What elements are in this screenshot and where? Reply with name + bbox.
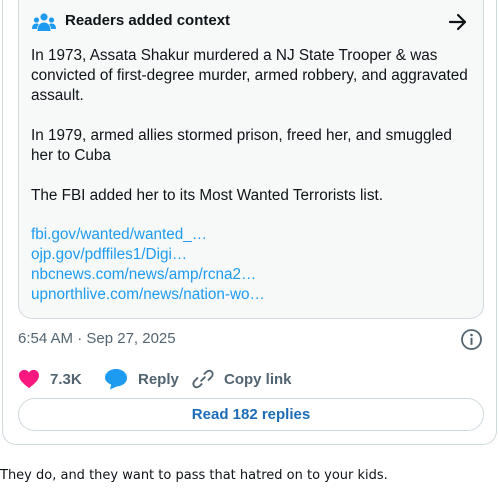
- copy-link-label: Copy link: [224, 370, 292, 388]
- readers-context-panel: Readers added context In 1973, Assata Sh…: [18, 0, 484, 319]
- people-icon: [32, 13, 56, 31]
- heart-icon: [19, 369, 39, 389]
- source-link[interactable]: ojp.gov/pdffiles1/Digi…: [31, 245, 265, 265]
- read-replies-button[interactable]: Read 182 replies: [18, 398, 484, 431]
- info-icon[interactable]: [460, 328, 483, 351]
- context-paragraph: In 1979, armed allies stormed prison, fr…: [31, 127, 452, 164]
- context-paragraph: The FBI added her to its Most Wanted Ter…: [31, 187, 383, 204]
- context-title: Readers added context: [65, 12, 231, 29]
- post-actions: 7.3K Reply Copy link: [18, 366, 478, 392]
- context-paragraph: In 1973, Assata Shakur murdered a NJ Sta…: [31, 47, 468, 104]
- source-link[interactable]: upnorthlive.com/news/nation-wo…: [31, 285, 265, 305]
- reply-label: Reply: [138, 370, 179, 388]
- context-header[interactable]: Readers added context: [32, 10, 469, 34]
- source-link[interactable]: nbcnews.com/news/amp/rcna2…: [31, 265, 265, 285]
- like-button[interactable]: 7.3K: [18, 366, 82, 392]
- link-icon: [192, 369, 214, 389]
- source-links: fbi.gov/wanted/wanted_… ojp.gov/pdffiles…: [31, 225, 265, 305]
- like-count: 7.3K: [50, 370, 82, 388]
- copy-link-button[interactable]: Copy link: [192, 366, 292, 392]
- context-body: In 1973, Assata Shakur murdered a NJ Sta…: [31, 46, 475, 226]
- source-link[interactable]: fbi.gov/wanted/wanted_…: [31, 225, 265, 245]
- reply-button[interactable]: Reply: [104, 366, 179, 392]
- reply-bubble-icon: [105, 369, 127, 390]
- post-timestamp[interactable]: 6:54 AM · Sep 27, 2025: [18, 330, 176, 347]
- comment-text: They do, and they want to pass that hatr…: [0, 468, 388, 483]
- arrow-right-icon[interactable]: [447, 11, 469, 33]
